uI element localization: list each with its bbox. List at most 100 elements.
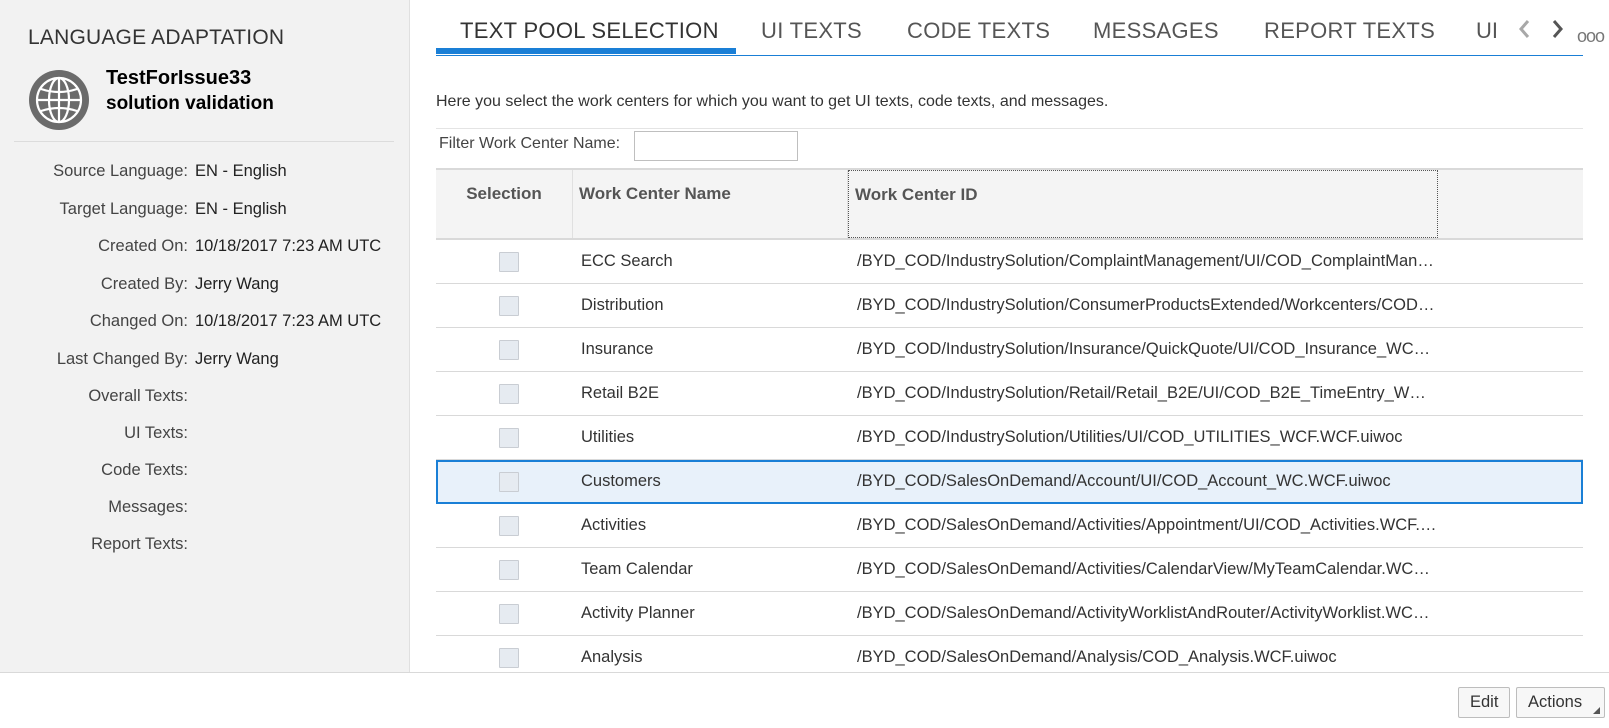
row-checkbox[interactable]	[499, 296, 519, 316]
cell-work-center-name: Utilities	[581, 428, 635, 446]
tab-messages[interactable]: MESSAGES	[1093, 18, 1219, 44]
field-value: Jerry Wang	[195, 274, 279, 293]
panel-title: LANGUAGE ADAPTATION	[28, 26, 285, 49]
row-checkbox[interactable]	[499, 604, 519, 624]
intro-text: Here you select the work centers for whi…	[436, 93, 1109, 110]
field-changed-on: Changed On: 10/18/2017 7:23 AM UTC	[0, 309, 410, 347]
field-label: Code Texts:	[101, 461, 188, 479]
table-row[interactable]: Activities/BYD_COD/SalesOnDemand/Activit…	[436, 504, 1583, 548]
field-ui-texts: UI Texts:	[0, 421, 410, 458]
cell-work-center-name: Distribution	[581, 296, 664, 314]
tab-report-texts[interactable]: REPORT TEXTS	[1264, 18, 1435, 44]
field-label: Messages:	[108, 498, 188, 516]
cell-work-center-name: Team Calendar	[581, 560, 693, 578]
field-last-changed-by: Last Changed By: Jerry Wang	[0, 347, 410, 385]
field-value: EN - English	[195, 199, 287, 218]
globe-icon	[28, 69, 90, 131]
filter-work-center-input[interactable]	[634, 131, 798, 161]
table-row[interactable]: Retail B2E/BYD_COD/IndustrySolution/Reta…	[436, 372, 1583, 416]
field-created-on: Created On: 10/18/2017 7:23 AM UTC	[0, 234, 410, 272]
row-checkbox[interactable]	[499, 384, 519, 404]
column-header-id[interactable]: Work Center ID	[848, 170, 1438, 238]
table-row[interactable]: ECC Search/BYD_COD/IndustrySolution/Comp…	[436, 240, 1583, 284]
tab-strip: TEXT POOL SELECTION UI TEXTS CODE TEXTS …	[436, 0, 1605, 56]
table-row[interactable]: Insurance/BYD_COD/IndustrySolution/Insur…	[436, 328, 1583, 372]
divider	[436, 128, 1583, 129]
field-label: Last Changed By:	[56, 349, 188, 368]
solution-fields: Source Language: EN - English Target Lan…	[0, 159, 410, 569]
cell-work-center-id: /BYD_COD/SalesOnDemand/ActivityWorklistA…	[857, 604, 1437, 622]
field-messages: Messages:	[0, 495, 410, 532]
chevron-left-icon[interactable]	[1518, 18, 1532, 46]
column-header-name[interactable]: Work Center Name	[573, 170, 848, 238]
row-checkbox[interactable]	[499, 560, 519, 580]
field-label: Source Language:	[53, 162, 188, 180]
solution-description: solution validation	[106, 93, 274, 114]
cell-work-center-name: Customers	[581, 472, 661, 490]
cell-work-center-name: Insurance	[581, 340, 654, 358]
chevron-right-icon[interactable]	[1550, 18, 1564, 46]
field-report-texts: Report Texts:	[0, 532, 410, 569]
row-checkbox[interactable]	[499, 428, 519, 448]
field-target-language: Target Language: EN - English	[0, 197, 410, 235]
table-header: Selection Work Center Name Work Center I…	[436, 168, 1583, 240]
active-tab-indicator	[436, 48, 736, 54]
table-row[interactable]: Activity Planner/BYD_COD/SalesOnDemand/A…	[436, 592, 1583, 636]
dropdown-corner-icon	[1593, 707, 1601, 714]
field-value: 10/18/2017 7:23 AM UTC	[195, 312, 382, 330]
cell-work-center-id: /BYD_COD/IndustrySolution/Insurance/Quic…	[857, 340, 1437, 358]
cell-work-center-name: Activity Planner	[581, 604, 695, 622]
table-row[interactable]: Team Calendar/BYD_COD/SalesOnDemand/Acti…	[436, 548, 1583, 592]
field-label: Target Language:	[59, 199, 188, 218]
cell-work-center-id: /BYD_COD/SalesOnDemand/Analysis/COD_Anal…	[857, 648, 1337, 666]
field-overall-texts: Overall Texts:	[0, 384, 410, 421]
cell-work-center-name: ECC Search	[581, 252, 673, 270]
cell-work-center-name: Analysis	[581, 648, 643, 666]
footer-toolbar: Edit Actions	[0, 672, 1609, 728]
tab-code-texts[interactable]: CODE TEXTS	[907, 18, 1050, 44]
tab-text-pool-selection[interactable]: TEXT POOL SELECTION	[460, 18, 719, 44]
actions-label: Actions	[1528, 693, 1583, 711]
cell-work-center-id: /BYD_COD/SalesOnDemand/Account/UI/COD_Ac…	[857, 472, 1391, 490]
work-center-table: Selection Work Center Name Work Center I…	[436, 168, 1583, 680]
column-header-selection[interactable]: Selection	[436, 170, 573, 238]
field-label: Created By:	[100, 274, 188, 293]
field-label: Created On:	[98, 237, 188, 255]
field-label: Overall Texts:	[88, 387, 188, 405]
field-value: EN - English	[195, 162, 287, 180]
table-row[interactable]: Utilities/BYD_COD/IndustrySolution/Utili…	[436, 416, 1583, 460]
row-checkbox[interactable]	[499, 648, 519, 668]
cell-work-center-name: Activities	[581, 516, 647, 534]
cell-work-center-name: Retail B2E	[581, 384, 659, 402]
field-label: UI Texts:	[124, 424, 188, 442]
field-created-by: Created By: Jerry Wang	[0, 272, 410, 310]
field-value: 10/18/2017 7:23 AM UTC	[195, 237, 382, 255]
actions-button[interactable]: Actions	[1516, 687, 1606, 718]
table-row[interactable]: Distribution/BYD_COD/IndustrySolution/Co…	[436, 284, 1583, 328]
cell-work-center-id: /BYD_COD/SalesOnDemand/Activities/Appoin…	[857, 516, 1437, 534]
row-checkbox[interactable]	[499, 472, 519, 492]
field-label: Changed On:	[89, 312, 188, 330]
cell-work-center-id: /BYD_COD/IndustrySolution/ConsumerProduc…	[857, 296, 1437, 314]
table-row[interactable]: Customers/BYD_COD/SalesOnDemand/Account/…	[436, 460, 1583, 504]
edit-button[interactable]: Edit	[1458, 687, 1511, 718]
solution-name: TestForIssue33	[106, 67, 252, 89]
field-code-texts: Code Texts:	[0, 458, 410, 495]
divider	[14, 141, 394, 142]
filter-label: Filter Work Center Name:	[439, 135, 621, 152]
cell-work-center-id: /BYD_COD/IndustrySolution/Utilities/UI/C…	[857, 428, 1403, 446]
more-icon[interactable]: ooo	[1577, 26, 1605, 47]
cell-work-center-id: /BYD_COD/IndustrySolution/ComplaintManag…	[857, 252, 1437, 270]
tab-ui-texts[interactable]: UI TEXTS	[761, 18, 862, 44]
field-value: Jerry Wang	[195, 349, 279, 368]
field-source-language: Source Language: EN - English	[0, 159, 410, 197]
row-checkbox[interactable]	[499, 516, 519, 536]
cell-work-center-id: /BYD_COD/IndustrySolution/Retail/Retail_…	[857, 384, 1437, 402]
field-label: Report Texts:	[91, 535, 188, 553]
solution-info-panel: LANGUAGE ADAPTATION TestForIssue33 solut…	[0, 0, 410, 672]
row-checkbox[interactable]	[499, 340, 519, 360]
row-checkbox[interactable]	[499, 252, 519, 272]
cell-work-center-id: /BYD_COD/SalesOnDemand/Activities/Calend…	[857, 560, 1437, 578]
table-body: ECC Search/BYD_COD/IndustrySolution/Comp…	[436, 240, 1583, 680]
tab-ui-clipped[interactable]: UI	[1476, 18, 1508, 44]
